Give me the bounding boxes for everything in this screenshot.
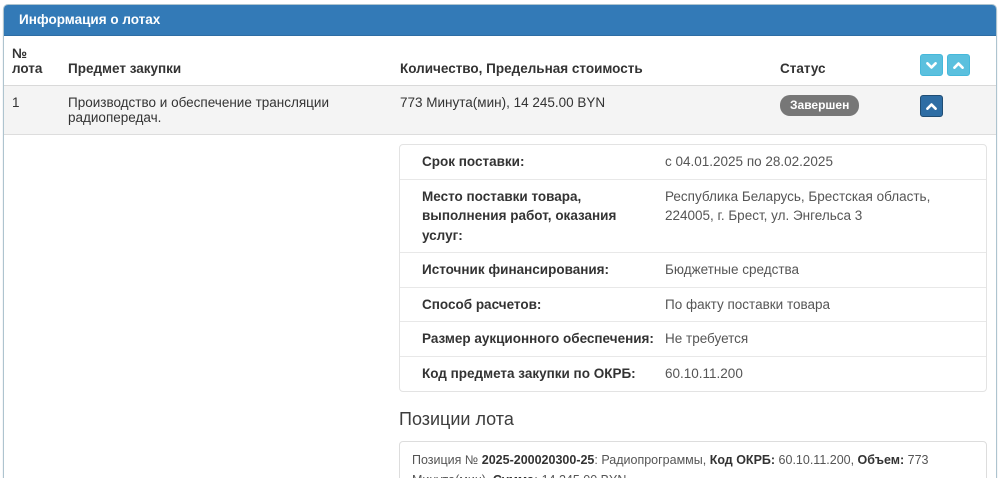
detail-row-auction-security: Размер аукционного обеспечения: Не требу… [400, 321, 986, 356]
lot-details-table: Срок поставки: с 04.01.2025 по 28.02.202… [399, 144, 987, 392]
detail-row-delivery-place: Место поставки товара, выполнения работ,… [400, 178, 986, 253]
column-header-lot-number: № лота [4, 36, 60, 86]
collapse-all-lots-button[interactable] [947, 54, 970, 76]
detail-label: Способ расчетов: [422, 296, 542, 312]
detail-value: Бюджетные средства [665, 262, 800, 278]
panel-title: Информация о лотах [4, 5, 996, 36]
chevron-up-icon [925, 100, 938, 113]
position-name: : Радиопрограммы, [594, 452, 710, 467]
expand-all-lots-button[interactable] [920, 54, 943, 76]
status-badge: Завершен [780, 95, 860, 116]
detail-row-funding-source: Источник финансирования: Бюджетные средс… [400, 252, 986, 287]
position-volume-label: Объем: [857, 452, 905, 467]
position-number: 2025-200020300-25 [481, 452, 595, 467]
position-okrb-label: Код ОКРБ: [709, 452, 776, 467]
detail-label: Код предмета закупки по ОКРБ: [422, 365, 636, 381]
lot-subject: Производство и обеспечение трансляции ра… [60, 85, 392, 135]
lot-positions-heading: Позиции лота [399, 408, 514, 429]
lot-status-cell: Завершен [772, 85, 912, 135]
column-header-quantity: Количество, Предельная стоимость [392, 36, 772, 86]
position-prefix: Позиция № [412, 452, 482, 467]
lot-details-row: Срок поставки: с 04.01.2025 по 28.02.202… [4, 134, 996, 478]
detail-value: 60.10.11.200 [665, 365, 743, 381]
detail-value: По факту поставки товара [665, 296, 831, 312]
lot-actions-cell [912, 85, 996, 135]
detail-label: Место поставки товара, выполнения работ,… [422, 188, 617, 243]
detail-value: Не требуется [665, 331, 749, 347]
position-sum-label: Сумма: [493, 473, 538, 478]
detail-value: Республика Беларусь, Брестская область, … [665, 188, 931, 224]
lot-number: 1 [4, 85, 60, 135]
position-sum-value: 14 245.00 BYN [538, 473, 627, 478]
lot-quantity: 773 Минута(мин), 14 245.00 BYN [392, 85, 772, 135]
position-okrb-value: 60.10.11.200, [775, 452, 858, 467]
detail-row-delivery-term: Срок поставки: с 04.01.2025 по 28.02.202… [400, 145, 986, 179]
lots-info-panel: Информация о лотах № лота Предмет закупк… [3, 4, 997, 478]
chevron-down-icon [925, 59, 938, 72]
collapse-lot-details-button[interactable] [920, 95, 943, 117]
detail-value: с 04.01.2025 по 28.02.2025 [665, 154, 833, 169]
header-actions-cell [912, 36, 996, 86]
lots-table: № лота Предмет закупки Количество, Преде… [4, 36, 996, 478]
detail-label: Размер аукционного обеспечения: [422, 331, 654, 347]
column-header-subject: Предмет закупки [60, 36, 392, 86]
detail-row-payment-method: Способ расчетов: По факту поставки товар… [400, 286, 986, 322]
lot-table-row: 1 Производство и обеспечение трансляции … [4, 85, 996, 135]
chevron-up-icon [952, 59, 965, 72]
column-header-status: Статус [772, 36, 912, 86]
detail-label: Срок поставки: [422, 154, 525, 169]
lots-table-header-row: № лота Предмет закупки Количество, Преде… [4, 36, 996, 86]
detail-label: Источник финансирования: [422, 262, 610, 278]
detail-row-okrb-code: Код предмета закупки по ОКРБ: 60.10.11.2… [400, 355, 986, 391]
lot-position-item: Позиция № 2025-200020300-25: Радиопрогра… [399, 440, 987, 478]
